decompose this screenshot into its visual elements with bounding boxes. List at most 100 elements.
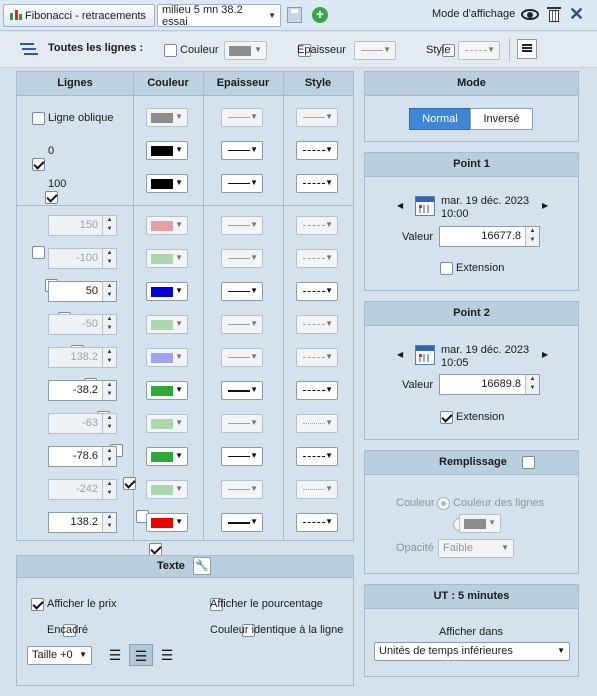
level-row-thickness-dropdown[interactable]: ▼ [221, 282, 263, 301]
eye-icon[interactable] [520, 5, 542, 23]
level-row-color-dropdown[interactable]: ▼ [146, 414, 188, 433]
level-row-thickness-dropdown[interactable]: ▼ [221, 513, 263, 532]
level-row-value-input[interactable]: 50 ▲ ▼ [48, 281, 117, 302]
spinner-arrows-icon[interactable]: ▲ ▼ [525, 227, 539, 246]
save-icon[interactable] [287, 7, 302, 23]
level-row-value-input[interactable]: -242 ▲ ▼ [48, 479, 117, 500]
tool-tab[interactable]: Fibonacci - retracements [3, 4, 155, 27]
level-row-style-dropdown[interactable]: ▼ [296, 414, 338, 433]
level-row-thickness-dropdown[interactable]: ▼ [221, 348, 263, 367]
level-row-value-input[interactable]: -78.6 ▲ ▼ [48, 446, 117, 467]
point1-extension-checkbox[interactable] [440, 262, 453, 275]
level-row-checkbox[interactable] [123, 477, 136, 490]
level-row-color-dropdown[interactable]: ▼ [146, 381, 188, 400]
text-size-dropdown[interactable]: Taille +0 ▼ [27, 646, 92, 665]
level-row-value-input[interactable]: 150 ▲ ▼ [48, 215, 117, 236]
normal-mode-button[interactable]: Normal [409, 108, 471, 130]
level-row-thickness-dropdown[interactable]: ▼ [221, 381, 263, 400]
level-row-thickness-dropdown[interactable]: ▼ [221, 480, 263, 499]
level-row-checkbox[interactable] [32, 246, 45, 259]
spinner-arrows-icon[interactable]: ▲ ▼ [102, 216, 116, 235]
level-row-style-dropdown[interactable]: ▼ [296, 249, 338, 268]
fixed-row-0-color-dropdown[interactable]: ▼ [146, 141, 188, 160]
level-row-color-dropdown[interactable]: ▼ [146, 513, 188, 532]
prev-icon[interactable]: ◀ [397, 201, 403, 210]
align-left-icon[interactable]: ☰ [103, 644, 127, 666]
level-row-value-input[interactable]: -63 ▲ ▼ [48, 413, 117, 434]
fixed-row-100-style-dropdown[interactable]: ▼ [296, 174, 338, 193]
level-row-style-dropdown[interactable]: ▼ [296, 447, 338, 466]
calendar-icon[interactable] [415, 345, 435, 365]
level-row-color-dropdown[interactable]: ▼ [146, 348, 188, 367]
spinner-arrows-icon[interactable]: ▲ ▼ [102, 282, 116, 301]
spinner-arrows-icon[interactable]: ▲ ▼ [525, 375, 539, 394]
spinner-arrows-icon[interactable]: ▲ ▼ [102, 348, 116, 367]
all-color-dropdown[interactable]: ▼ [224, 41, 267, 60]
all-color-checkbox[interactable] [164, 44, 177, 57]
level-row-style-dropdown[interactable]: ▼ [296, 348, 338, 367]
display-in-dropdown[interactable]: Unités de temps inférieures ▼ [374, 642, 570, 661]
fixed-row-100-checkbox[interactable] [45, 191, 58, 204]
all-style-dropdown[interactable]: ▼ [458, 41, 500, 60]
trash-icon[interactable] [547, 6, 561, 23]
fixed-row-100-thickness-dropdown[interactable]: ▼ [221, 174, 263, 193]
level-row-color-dropdown[interactable]: ▼ [146, 315, 188, 334]
level-row-thickness-dropdown[interactable]: ▼ [221, 447, 263, 466]
level-row-style-dropdown[interactable]: ▼ [296, 282, 338, 301]
all-thickness-dropdown[interactable]: ▼ [354, 41, 396, 60]
spinner-arrows-icon[interactable]: ▲ ▼ [102, 315, 116, 334]
point2-value-input[interactable]: 16689.8 ▲ ▼ [439, 374, 540, 395]
level-row-value-input[interactable]: -100 ▲ ▼ [48, 248, 117, 269]
level-row-color-dropdown[interactable]: ▼ [146, 480, 188, 499]
fixed-row-0-checkbox[interactable] [32, 158, 45, 171]
fixed-row-100-color-dropdown[interactable]: ▼ [146, 174, 188, 193]
point2-extension-checkbox[interactable] [440, 411, 453, 424]
opacity-dropdown[interactable]: Faible ▼ [438, 539, 514, 558]
align-right-icon[interactable]: ☰ [155, 644, 179, 666]
spinner-arrows-icon[interactable]: ▲ ▼ [102, 513, 116, 532]
level-row-value-input[interactable]: -38.2 ▲ ▼ [48, 380, 117, 401]
close-icon[interactable]: ✕ [569, 4, 584, 25]
level-row-color-dropdown[interactable]: ▼ [146, 282, 188, 301]
fixed-row-0-style-dropdown[interactable]: ▼ [296, 141, 338, 160]
next-icon[interactable]: ▶ [542, 201, 548, 210]
oblique-thickness-dropdown[interactable]: ▼ [221, 108, 263, 127]
level-row-value-input[interactable]: 138.2 ▲ ▼ [48, 347, 117, 368]
spinner-arrows-icon[interactable]: ▲ ▼ [102, 249, 116, 268]
level-row-value-input[interactable]: -50 ▲ ▼ [48, 314, 117, 335]
prev-icon[interactable]: ◀ [397, 350, 403, 359]
level-row-value-input[interactable]: 138.2 ▲ ▼ [48, 512, 117, 533]
add-icon[interactable]: + [312, 7, 328, 23]
inverse-mode-button[interactable]: Inversé [470, 108, 533, 130]
level-row-style-dropdown[interactable]: ▼ [296, 216, 338, 235]
level-row-style-dropdown[interactable]: ▼ [296, 381, 338, 400]
spinner-arrows-icon[interactable]: ▲ ▼ [102, 480, 116, 499]
line-color-radio[interactable] [437, 497, 450, 510]
level-row-style-dropdown[interactable]: ▼ [296, 480, 338, 499]
fill-checkbox[interactable] [522, 456, 535, 469]
show-price-checkbox[interactable] [31, 598, 44, 611]
spinner-arrows-icon[interactable]: ▲ ▼ [102, 414, 116, 433]
next-icon[interactable]: ▶ [542, 350, 548, 359]
fill-color-dropdown[interactable]: ▼ [459, 514, 501, 533]
level-row-style-dropdown[interactable]: ▼ [296, 315, 338, 334]
oblique-color-dropdown[interactable]: ▼ [146, 108, 188, 127]
point1-value-input[interactable]: 16677.8 ▲ ▼ [439, 226, 540, 247]
level-row-thickness-dropdown[interactable]: ▼ [221, 414, 263, 433]
level-row-thickness-dropdown[interactable]: ▼ [221, 216, 263, 235]
oblique-line-checkbox[interactable] [32, 112, 45, 125]
level-row-thickness-dropdown[interactable]: ▼ [221, 249, 263, 268]
level-row-style-dropdown[interactable]: ▼ [296, 513, 338, 532]
level-row-color-dropdown[interactable]: ▼ [146, 447, 188, 466]
spinner-arrows-icon[interactable]: ▲ ▼ [102, 381, 116, 400]
list-view-icon[interactable] [517, 39, 537, 59]
wrench-icon[interactable]: 🔧 [193, 557, 211, 575]
level-row-thickness-dropdown[interactable]: ▼ [221, 315, 263, 334]
calendar-icon[interactable] [415, 196, 435, 216]
level-row-color-dropdown[interactable]: ▼ [146, 249, 188, 268]
instance-select[interactable]: milieu 5 mn 38.2 essai ▼ [157, 4, 281, 28]
level-row-color-dropdown[interactable]: ▼ [146, 216, 188, 235]
oblique-style-dropdown[interactable]: ▼ [296, 108, 338, 127]
spinner-arrows-icon[interactable]: ▲ ▼ [102, 447, 116, 466]
fixed-row-0-thickness-dropdown[interactable]: ▼ [221, 141, 263, 160]
